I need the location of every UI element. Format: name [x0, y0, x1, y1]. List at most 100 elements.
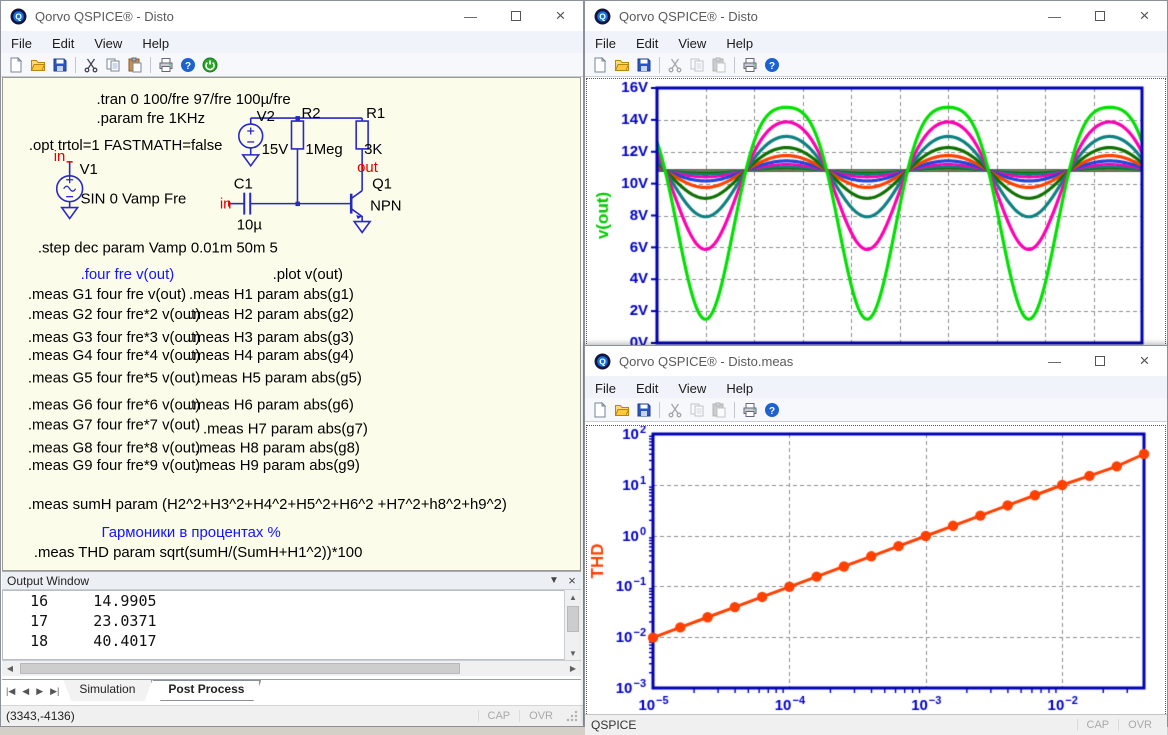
toolbar-separator: [150, 57, 151, 73]
menu-view[interactable]: View: [668, 33, 716, 54]
output-horizontal-scrollbar[interactable]: ◀ ▶: [2, 660, 581, 676]
help-icon[interactable]: ?: [177, 55, 199, 75]
menu-view[interactable]: View: [668, 378, 716, 399]
svg-text:V1: V1: [80, 161, 98, 178]
maximize-icon: [1095, 11, 1105, 21]
tab-simulation[interactable]: Simulation: [63, 680, 152, 701]
svg-text:3K: 3K: [364, 141, 382, 158]
output-window-header[interactable]: Output Window ▼ ×: [2, 571, 581, 590]
close-button[interactable]: ×: [1122, 346, 1167, 376]
scroll-down-icon[interactable]: ▼: [565, 646, 581, 660]
output-row: 16 14.9905: [3, 591, 580, 611]
cut-icon[interactable]: [80, 55, 102, 75]
paste-icon[interactable]: [124, 55, 146, 75]
minimize-button[interactable]: —: [1032, 346, 1077, 376]
menu-help[interactable]: Help: [716, 378, 763, 399]
menu-file[interactable]: File: [585, 33, 626, 54]
svg-text:.meas G3 four fre*3 v(out): .meas G3 four fre*3 v(out): [28, 329, 200, 346]
output-window-body[interactable]: 16 14.9905 17 23.0371 18 40.4017: [2, 590, 581, 660]
maximize-button[interactable]: [1077, 1, 1122, 31]
help-icon[interactable]: ?: [761, 55, 783, 75]
menu-edit[interactable]: Edit: [626, 378, 668, 399]
output-close-icon[interactable]: ×: [563, 573, 581, 588]
titlebar[interactable]: Q Qorvo QSPICE® - Disto — ×: [585, 1, 1167, 31]
toolbar-separator: [75, 57, 76, 73]
first-tab-icon[interactable]: |◀: [6, 686, 15, 697]
resize-grip[interactable]: [566, 710, 578, 722]
new-file-icon[interactable]: [589, 55, 611, 75]
svg-text:R1: R1: [366, 105, 385, 122]
open-file-icon[interactable]: [27, 55, 49, 75]
schematic-canvas[interactable]: .tran 0 100/fre 97/fre 100µ/fre.param fr…: [2, 77, 581, 571]
print-icon[interactable]: [155, 55, 177, 75]
scroll-up-icon[interactable]: ▲: [565, 590, 581, 604]
svg-text:.meas H7 param abs(g7): .meas H7 param abs(g7): [203, 420, 368, 437]
menu-edit[interactable]: Edit: [626, 33, 668, 54]
print-icon[interactable]: [739, 400, 761, 420]
next-tab-icon[interactable]: ▶: [36, 686, 43, 697]
copy-icon[interactable]: [102, 55, 124, 75]
overwrite-indicator: OVR: [1118, 719, 1161, 731]
titlebar[interactable]: Q Qorvo QSPICE® - Disto.meas — ×: [585, 346, 1167, 376]
svg-text:Q: Q: [599, 356, 606, 366]
qspice-app-icon: Q: [594, 353, 611, 370]
tab-post-process[interactable]: Post Process: [152, 680, 261, 701]
last-tab-icon[interactable]: ▶|: [50, 686, 59, 697]
save-file-icon[interactable]: [633, 55, 655, 75]
svg-text:.param fre 1KHz: .param fre 1KHz: [97, 110, 206, 127]
copy-icon: [686, 400, 708, 420]
new-file-icon[interactable]: [589, 400, 611, 420]
svg-text:Q: Q: [15, 11, 22, 21]
open-file-icon[interactable]: [611, 55, 633, 75]
scrollbar-thumb[interactable]: [20, 663, 460, 674]
thd-plot[interactable]: [587, 426, 1165, 715]
scroll-left-icon[interactable]: ◀: [2, 661, 18, 676]
new-file-icon[interactable]: [5, 55, 27, 75]
status-left-text: QSPICE: [591, 718, 636, 732]
close-button[interactable]: ×: [1122, 1, 1167, 31]
status-bar: QSPICE CAP OVR: [585, 714, 1167, 735]
print-icon[interactable]: [739, 55, 761, 75]
maximize-button[interactable]: [1077, 346, 1122, 376]
help-icon[interactable]: ?: [761, 400, 783, 420]
cut-icon: [664, 55, 686, 75]
titlebar[interactable]: Q Qorvo QSPICE® - Disto — ×: [1, 1, 583, 31]
scroll-right-icon[interactable]: ▶: [565, 661, 581, 676]
svg-text:.meas H1 param abs(g1): .meas H1 param abs(g1): [189, 286, 354, 303]
waveform-plot[interactable]: [587, 79, 1165, 347]
menu-help[interactable]: Help: [132, 33, 179, 54]
minimize-button[interactable]: —: [1032, 1, 1077, 31]
svg-text:in: in: [220, 196, 232, 213]
svg-text:.meas G4 four fre*4 v(out): .meas G4 four fre*4 v(out): [28, 347, 200, 364]
output-dropdown-icon[interactable]: ▼: [545, 575, 563, 586]
close-button[interactable]: ×: [538, 1, 583, 31]
maximize-button[interactable]: [493, 1, 538, 31]
svg-text:.meas H4 param abs(g4): .meas H4 param abs(g4): [189, 347, 354, 364]
run-icon[interactable]: [199, 55, 221, 75]
svg-text:.meas G1 four fre v(out): .meas G1 four fre v(out): [28, 286, 186, 303]
schematic-window: Q Qorvo QSPICE® - Disto — × File Edit Vi…: [0, 0, 584, 727]
output-vertical-scrollbar[interactable]: ▲ ▼: [564, 590, 581, 660]
svg-text:R2: R2: [301, 105, 320, 122]
maximize-icon: [511, 11, 521, 21]
scrollbar-thumb[interactable]: [567, 606, 579, 632]
open-file-icon[interactable]: [611, 400, 633, 420]
schematic-drawing: .tran 0 100/fre 97/fre 100µ/fre.param fr…: [3, 78, 580, 570]
menu-help[interactable]: Help: [716, 33, 763, 54]
svg-text:.meas H3 param abs(g3): .meas H3 param abs(g3): [189, 329, 354, 346]
menu-edit[interactable]: Edit: [42, 33, 84, 54]
menu-file[interactable]: File: [1, 33, 42, 54]
svg-text:.four fre v(out): .four fre v(out): [81, 266, 175, 283]
save-file-icon[interactable]: [49, 55, 71, 75]
svg-text:.meas G6 four fre*6 v(out): .meas G6 four fre*6 v(out): [28, 397, 200, 414]
minimize-button[interactable]: —: [448, 1, 493, 31]
menu-view[interactable]: View: [84, 33, 132, 54]
paste-icon: [708, 400, 730, 420]
menu-file[interactable]: File: [585, 378, 626, 399]
toolbar-separator: [659, 402, 660, 418]
window-title: Qorvo QSPICE® - Disto: [35, 9, 174, 24]
save-file-icon[interactable]: [633, 400, 655, 420]
prev-tab-icon[interactable]: ◀: [22, 686, 29, 697]
svg-text:?: ?: [185, 61, 191, 72]
svg-text:.meas THD param sqrt(sumH/(Sum: .meas THD param sqrt(sumH/(SumH+H1^2))*1…: [34, 544, 363, 561]
